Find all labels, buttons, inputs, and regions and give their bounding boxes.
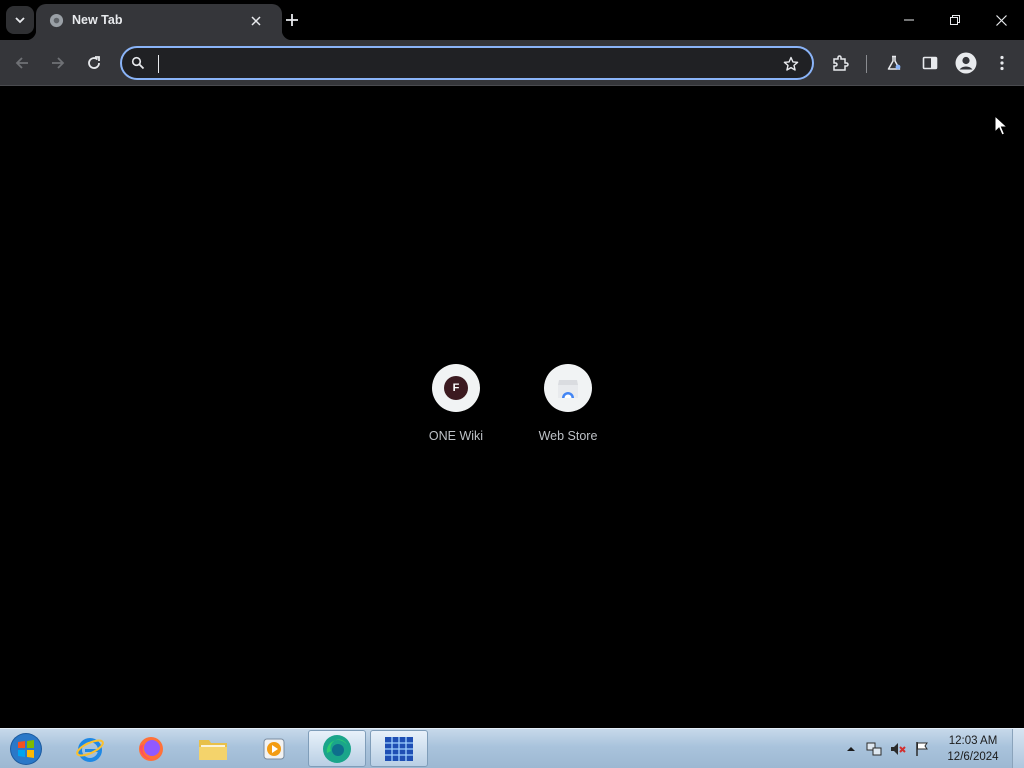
tab-new-tab[interactable]: New Tab — [26, 4, 292, 40]
shortcut-label: Web Store — [538, 429, 598, 443]
chevron-down-icon — [15, 17, 25, 24]
tray-network[interactable] — [866, 741, 882, 757]
close-icon — [251, 16, 261, 26]
address-input[interactable] — [154, 52, 774, 74]
taskbar-file-explorer[interactable] — [184, 730, 242, 767]
minimize-icon — [904, 19, 914, 21]
globe-icon — [49, 13, 64, 28]
back-button[interactable] — [8, 49, 36, 77]
clock-time: 12:03 AM — [948, 735, 998, 747]
avatar-icon — [955, 52, 977, 74]
text-caret — [158, 55, 159, 73]
shortcut-icon: F — [432, 364, 480, 412]
tab-strip: New Tab — [0, 0, 1024, 40]
taskbar-internet-explorer[interactable] — [61, 730, 119, 767]
internet-explorer-icon — [76, 737, 104, 762]
labs-button[interactable] — [880, 49, 908, 77]
puzzle-icon — [833, 55, 849, 71]
close-icon — [995, 14, 1007, 26]
flag-icon — [916, 742, 928, 756]
taskbar-firefox[interactable] — [122, 730, 180, 767]
flask-icon — [887, 55, 901, 70]
firefox-icon — [139, 736, 163, 761]
side-panel-button[interactable] — [916, 49, 944, 77]
minimize-button[interactable] — [886, 0, 932, 40]
folder-icon — [199, 739, 227, 760]
media-player-icon — [263, 738, 285, 759]
tray-action-center[interactable] — [914, 741, 930, 757]
address-bar[interactable] — [120, 46, 814, 80]
network-icon — [866, 742, 882, 756]
show-hidden-icons-button[interactable] — [843, 741, 859, 757]
caret-up-icon — [847, 747, 855, 751]
browser-app-icon — [323, 734, 351, 763]
tab-close-button[interactable] — [246, 11, 266, 31]
system-clock[interactable]: 12:03 AM 12/6/2024 — [940, 733, 1006, 765]
arrow-right-icon — [52, 57, 65, 69]
menu-button[interactable] — [988, 49, 1016, 77]
kebab-menu-icon — [1000, 55, 1004, 71]
shortcut-label: ONE Wiki — [428, 429, 484, 443]
windows-taskbar: 12:03 AM 12/6/2024 — [0, 728, 1024, 768]
arrow-left-icon — [15, 57, 28, 69]
close-window-button[interactable] — [978, 0, 1024, 40]
extensions-button[interactable] — [826, 49, 854, 77]
shortcut-icon — [544, 364, 592, 412]
volume-muted-icon — [891, 743, 906, 755]
reload-button[interactable] — [80, 49, 108, 77]
star-icon — [783, 56, 799, 71]
restore-button[interactable] — [932, 0, 978, 40]
reload-icon — [88, 56, 100, 69]
plus-icon — [286, 14, 298, 26]
new-tab-button[interactable] — [281, 9, 303, 31]
tray-volume[interactable] — [890, 741, 906, 757]
profile-button[interactable] — [952, 49, 980, 77]
new-tab-page: F ONE Wiki Web Store — [0, 87, 1024, 728]
windows-start-orb-icon — [10, 733, 42, 765]
toolbar-divider — [866, 55, 867, 73]
show-desktop-button[interactable] — [1012, 729, 1024, 768]
restore-icon — [950, 15, 960, 25]
forward-button[interactable] — [44, 49, 72, 77]
search-icon — [131, 56, 145, 70]
start-button[interactable] — [6, 731, 46, 767]
spreadsheet-app-icon — [385, 736, 413, 761]
mouse-pointer-icon — [994, 115, 1008, 136]
shortcut-web-store[interactable]: Web Store — [518, 362, 618, 454]
taskbar-grid-app[interactable] — [370, 730, 428, 767]
taskbar-chromium-browser[interactable] — [308, 730, 366, 767]
tab-title: New Tab — [72, 13, 123, 27]
web-store-icon — [558, 380, 578, 398]
browser-toolbar — [0, 40, 1024, 86]
bookmark-star-button[interactable] — [780, 53, 802, 75]
taskbar-media-player[interactable] — [245, 730, 303, 767]
side-panel-icon — [922, 56, 938, 70]
shortcut-one-wiki[interactable]: F ONE Wiki — [406, 362, 506, 454]
site-favicon-badge: F — [444, 376, 468, 400]
screen: New Tab F ONE Wiki Web Store 12:03 AM 12… — [0, 0, 1024, 768]
clock-date: 12/6/2024 — [947, 751, 999, 763]
